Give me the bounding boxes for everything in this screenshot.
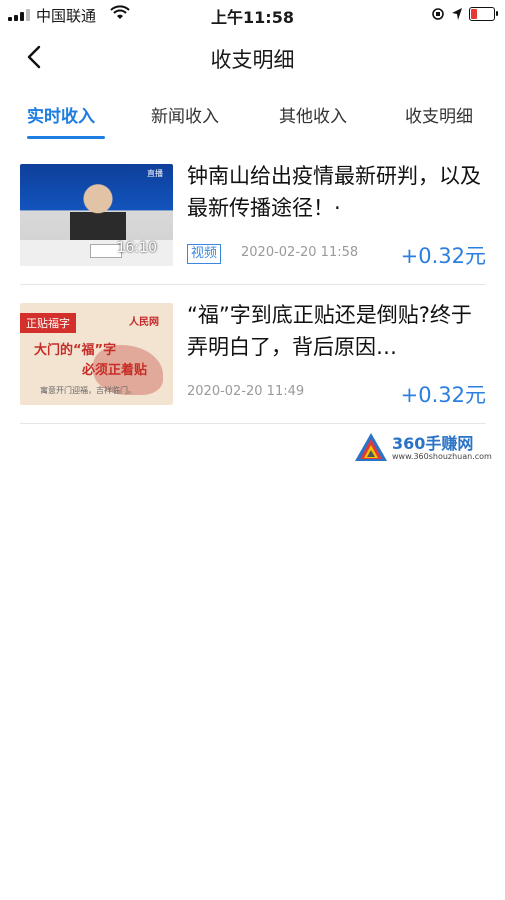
tab-news-income[interactable]: 新闻收入	[151, 102, 219, 127]
thumbnail-line-2: 必须正着贴	[82, 363, 148, 378]
tab-realtime-income[interactable]: 实时收入	[27, 102, 95, 127]
thumbnail-line-3: 寓意开门迎福，吉祥临门。	[40, 386, 136, 395]
page-title: 收支明细	[210, 48, 295, 72]
thumbnail-corner-mark: 直播	[147, 169, 163, 178]
battery-icon	[469, 7, 498, 21]
video-duration: 16:10	[116, 240, 157, 256]
video-tag: 视频	[187, 244, 222, 264]
publisher-logo: 人民网	[129, 317, 159, 328]
video-thumbnail: 直播 16:10	[20, 164, 173, 266]
navigation-bar: 收支明细	[0, 36, 505, 80]
status-time: 上午11:58	[211, 8, 294, 27]
active-tab-indicator	[27, 136, 105, 139]
item-datetime: 2020-02-20 11:58	[241, 245, 359, 260]
tab-income-details[interactable]: 收支明细	[405, 102, 473, 127]
watermark-url: www.360shouzhuan.com	[392, 452, 492, 461]
item-amount: +0.32元	[400, 383, 486, 407]
watermark-logo-icon	[355, 433, 387, 461]
orientation-lock-icon	[432, 8, 444, 20]
tab-bar: 实时收入 新闻收入 其他收入 收支明细	[0, 96, 505, 140]
item-title: 钟南山给出疫情最新研判，以及最新传播途径！·	[187, 164, 481, 220]
location-icon	[452, 8, 462, 20]
list-item[interactable]: 直播 16:10 钟南山给出疫情最新研判，以及最新传播途径！· 视频 2020-…	[20, 146, 486, 285]
watermark-name: 360手赚网	[392, 434, 474, 453]
list-item[interactable]: 正贴福字 人民网 大门的“福”字 必须正着贴 寓意开门迎福，吉祥临门。 “福”字…	[20, 285, 486, 424]
status-bar: 中国联通 上午11:58	[0, 0, 505, 28]
article-thumbnail: 正贴福字 人民网 大门的“福”字 必须正着贴 寓意开门迎福，吉祥临门。	[20, 303, 173, 405]
item-title: “福”字到底正贴还是倒贴?终于弄明白了，背后原因…	[187, 303, 472, 359]
tab-other-income[interactable]: 其他收入	[279, 102, 347, 127]
item-datetime: 2020-02-20 11:49	[187, 384, 305, 399]
thumbnail-ribbon: 正贴福字	[20, 313, 76, 333]
item-amount: +0.32元	[400, 244, 486, 268]
thumbnail-line-1: 大门的“福”字	[34, 343, 117, 358]
watermark: 360手赚网 www.360shouzhuan.com	[354, 430, 504, 466]
